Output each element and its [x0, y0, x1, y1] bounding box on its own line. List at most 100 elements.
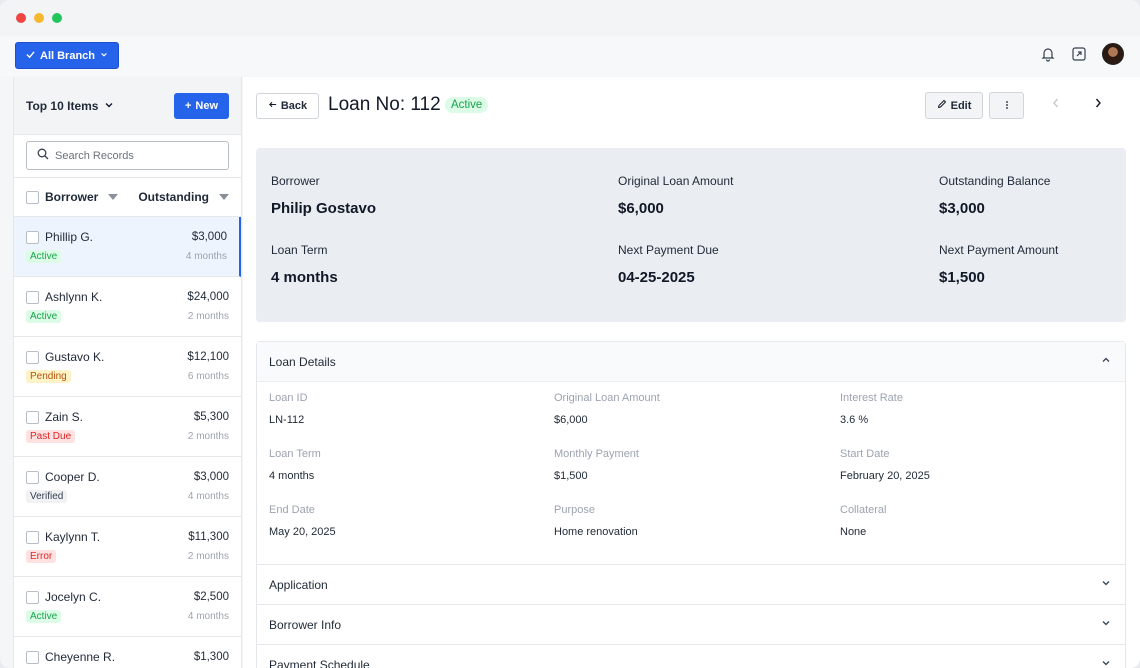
list-column-header: Borrower Outstanding [14, 178, 241, 217]
outstanding-amount: $2,500 [193, 591, 229, 603]
borrower-name: Jocelyn C. [45, 590, 102, 604]
maximize-window-dot[interactable] [52, 13, 62, 23]
status-badge: Active [26, 310, 62, 323]
chevron-down-icon [1100, 617, 1112, 632]
loan-details-body: Loan ID LN-112 Original Loan Amount $6,0… [257, 382, 1125, 565]
status-badge: Error [26, 550, 57, 563]
loan-id-label: Loan ID [269, 392, 308, 404]
title-bar [0, 0, 1140, 36]
payment-schedule-section-header[interactable]: Payment Schedule [257, 645, 1125, 668]
original-amount-value: $6,000 [618, 200, 664, 217]
next-payment-amount-label: Next Payment Amount [939, 243, 1059, 257]
app-window: All Branch Top 10 Items + New Search Rec… [0, 0, 1140, 668]
row-checkbox[interactable] [26, 230, 39, 244]
start-date-label: Start Date [840, 448, 890, 460]
loan-detail-panel: Back Loan No: 112 Active Edit Borrower P… [243, 77, 1140, 668]
borrower-name: Cooper D. [45, 470, 100, 484]
end-date-label: End Date [269, 504, 315, 516]
row-checkbox[interactable] [26, 350, 39, 364]
loan-term: 2 months [187, 311, 229, 322]
branch-selector-label: All Branch [40, 49, 96, 62]
list-item[interactable]: Jocelyn C. $2,500 Active 4 months [14, 577, 241, 637]
application-section-header[interactable]: Application [257, 565, 1125, 605]
borrower-name: Cheyenne R. [45, 650, 116, 664]
plus-icon: + [184, 99, 192, 112]
sort-caret-icon[interactable] [108, 194, 119, 200]
edit-button[interactable]: Edit [925, 92, 983, 119]
top-bar: All Branch [0, 36, 1140, 76]
outstanding-balance-value: $3,000 [939, 200, 985, 217]
more-options-button[interactable] [989, 92, 1024, 119]
bell-icon[interactable] [1040, 46, 1056, 62]
branch-selector-button[interactable]: All Branch [15, 42, 120, 69]
loan-accordion: Loan Details Loan ID LN-112 Original Loa… [256, 341, 1126, 668]
loan-details-header[interactable]: Loan Details [257, 342, 1125, 382]
borrower-name: Phillip G. [45, 230, 94, 244]
back-button[interactable]: Back [256, 93, 319, 119]
loan-term: 6 months [187, 371, 229, 382]
external-link-icon[interactable] [1071, 46, 1087, 62]
end-date-value: May 20, 2025 [269, 526, 336, 538]
pencil-icon [937, 99, 947, 112]
row-checkbox[interactable] [26, 470, 39, 484]
loan-term-label: Loan Term [269, 448, 321, 460]
page-title: Loan No: 112 [328, 94, 441, 115]
loan-term: 4 months [187, 491, 229, 502]
back-label: Back [280, 100, 308, 112]
sidebar-header: Top 10 Items + New [14, 77, 241, 135]
borrower-name: Ashlynn K. [45, 290, 103, 304]
borrower-column-label[interactable]: Borrower [45, 190, 98, 204]
list-item[interactable]: Zain S. $5,300 Past Due 2 months [14, 397, 241, 457]
search-input[interactable]: Search Records [26, 141, 229, 170]
user-avatar[interactable] [1102, 43, 1124, 65]
list-item[interactable]: Gustavo K. $12,100 Pending 6 months [14, 337, 241, 397]
monthly-payment-value: $1,500 [554, 470, 588, 482]
row-checkbox[interactable] [26, 650, 39, 664]
list-item[interactable]: Cheyenne R. $1,300 [14, 637, 241, 668]
records-sidebar: Top 10 Items + New Search Records Borrow… [13, 77, 242, 668]
borrower-info-section-header[interactable]: Borrower Info [257, 605, 1125, 645]
borrower-name: Gustavo K. [45, 350, 105, 364]
status-badge: Active [26, 610, 62, 623]
chevron-left-icon[interactable] [1051, 96, 1061, 112]
row-checkbox[interactable] [26, 290, 39, 304]
list-item[interactable]: Ashlynn K. $24,000 Active 2 months [14, 277, 241, 337]
borrower-info-section-title: Borrower Info [269, 617, 342, 632]
next-payment-amount-value: $1,500 [939, 269, 985, 286]
original-amount-label: Original Loan Amount [618, 174, 734, 188]
minimize-window-dot[interactable] [34, 13, 44, 23]
next-payment-due-label: Next Payment Due [618, 243, 719, 257]
outstanding-amount: $12,100 [187, 351, 229, 363]
loan-term-value: 4 months [269, 470, 315, 482]
new-record-label: New [195, 99, 219, 112]
borrower-value: Philip Gostavo [271, 200, 377, 217]
row-checkbox[interactable] [26, 410, 39, 424]
outstanding-column-label[interactable]: Outstanding [138, 190, 209, 204]
row-checkbox[interactable] [26, 530, 39, 544]
purpose-label: Purpose [554, 504, 595, 516]
chevron-up-icon [1100, 354, 1112, 369]
row-checkbox[interactable] [26, 590, 39, 604]
next-payment-due-value: 04-25-2025 [618, 269, 695, 286]
status-badge: Verified [26, 490, 68, 503]
list-item[interactable]: Phillip G. $3,000 Active 4 months [14, 217, 241, 277]
monthly-payment-label: Monthly Payment [554, 448, 639, 460]
chevron-right-icon[interactable] [1093, 96, 1103, 112]
loan-term: 2 months [187, 431, 229, 442]
status-badge: Past Due [26, 430, 76, 443]
loan-term: 4 months [185, 251, 227, 262]
top-items-dropdown[interactable]: Top 10 Items [26, 99, 114, 113]
interest-rate-value: 3.6 % [840, 414, 869, 426]
collateral-value: None [840, 526, 867, 538]
search-icon [37, 148, 49, 163]
new-record-button[interactable]: + New [174, 92, 229, 119]
chevron-down-icon [104, 99, 114, 113]
sort-caret-icon[interactable] [219, 194, 229, 200]
list-item[interactable]: Kaylynn T. $11,300 Error 2 months [14, 517, 241, 577]
list-item[interactable]: Cooper D. $3,000 Verified 4 months [14, 457, 241, 517]
select-all-checkbox[interactable] [26, 190, 39, 204]
status-badge: Pending [26, 370, 71, 383]
chevron-down-icon [100, 50, 108, 62]
arrow-left-icon [268, 100, 277, 112]
close-window-dot[interactable] [16, 13, 26, 23]
